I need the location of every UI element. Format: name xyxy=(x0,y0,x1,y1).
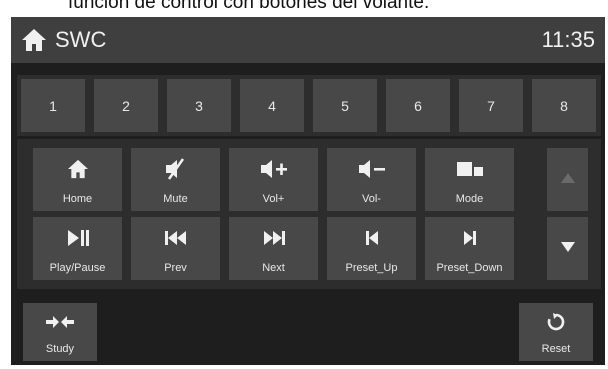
key-7-button[interactable]: 7 xyxy=(459,79,523,132)
volume-down-button[interactable]: Vol- xyxy=(327,148,416,211)
mode-icon xyxy=(425,154,514,184)
preset-down-button[interactable]: Preset_Down xyxy=(425,217,514,280)
next-label: Next xyxy=(262,262,285,274)
key-4-button[interactable]: 4 xyxy=(240,79,304,132)
key-3-button[interactable]: 3 xyxy=(167,79,231,132)
reset-icon xyxy=(519,308,593,336)
scroll-up-button[interactable] xyxy=(547,148,588,211)
page-title: SWC xyxy=(55,27,107,52)
volume-down-icon xyxy=(327,154,416,184)
previous-label: Prev xyxy=(164,262,187,274)
home-label: Home xyxy=(62,193,93,205)
home-icon xyxy=(33,154,122,184)
reset-button[interactable]: Reset xyxy=(519,303,593,361)
function-panel: Home Mute Vol+ Vol- Mode Play/Pause Prev… xyxy=(17,139,601,289)
mode-button[interactable]: Mode xyxy=(425,148,514,211)
volume-down-label: Vol- xyxy=(362,193,381,205)
previous-button[interactable]: Prev xyxy=(131,217,220,280)
triangle-down-icon xyxy=(560,240,576,258)
key-6-button[interactable]: 6 xyxy=(386,79,450,132)
preset-down-icon xyxy=(425,223,514,253)
preset-up-icon xyxy=(327,223,416,253)
key-2-button[interactable]: 2 xyxy=(94,79,158,132)
preset-up-label: Preset_Up xyxy=(345,262,398,274)
next-button[interactable]: Next xyxy=(229,217,318,280)
home-button[interactable]: Home xyxy=(33,148,122,211)
key-5-button[interactable]: 5 xyxy=(313,79,377,132)
mute-button[interactable]: Mute xyxy=(131,148,220,211)
volume-up-button[interactable]: Vol+ xyxy=(229,148,318,211)
mode-label: Mode xyxy=(455,193,484,205)
play-pause-label: Play/Pause xyxy=(49,262,106,274)
volume-up-icon xyxy=(229,154,318,184)
next-icon xyxy=(229,223,318,253)
mute-icon xyxy=(131,154,220,184)
mute-label: Mute xyxy=(163,193,188,205)
preset-up-button[interactable]: Preset_Up xyxy=(327,217,416,280)
home-icon[interactable] xyxy=(21,28,47,52)
volume-up-label: Vol+ xyxy=(262,193,285,205)
play-pause-button[interactable]: Play/Pause xyxy=(33,217,122,280)
key-8-button[interactable]: 8 xyxy=(532,79,596,132)
header-bar: SWC 11:35 xyxy=(11,17,605,63)
study-label: Study xyxy=(45,343,75,355)
scroll-down-button[interactable] xyxy=(547,217,588,280)
preset-down-label: Preset_Down xyxy=(436,262,503,274)
swc-screen: SWC 11:35 1 2 3 4 5 6 7 8 Home Mute Vol+… xyxy=(11,17,605,365)
study-arrows-icon xyxy=(23,308,97,336)
page-caption: función de control con botones del volan… xyxy=(68,0,430,13)
clock: 11:35 xyxy=(541,27,595,52)
play-pause-icon xyxy=(33,223,122,253)
reset-label: Reset xyxy=(541,343,571,355)
key-number-row: 1 2 3 4 5 6 7 8 xyxy=(17,75,601,136)
key-1-button[interactable]: 1 xyxy=(21,79,85,132)
previous-icon xyxy=(131,223,220,253)
triangle-up-icon xyxy=(560,171,576,189)
study-button[interactable]: Study xyxy=(23,303,97,361)
